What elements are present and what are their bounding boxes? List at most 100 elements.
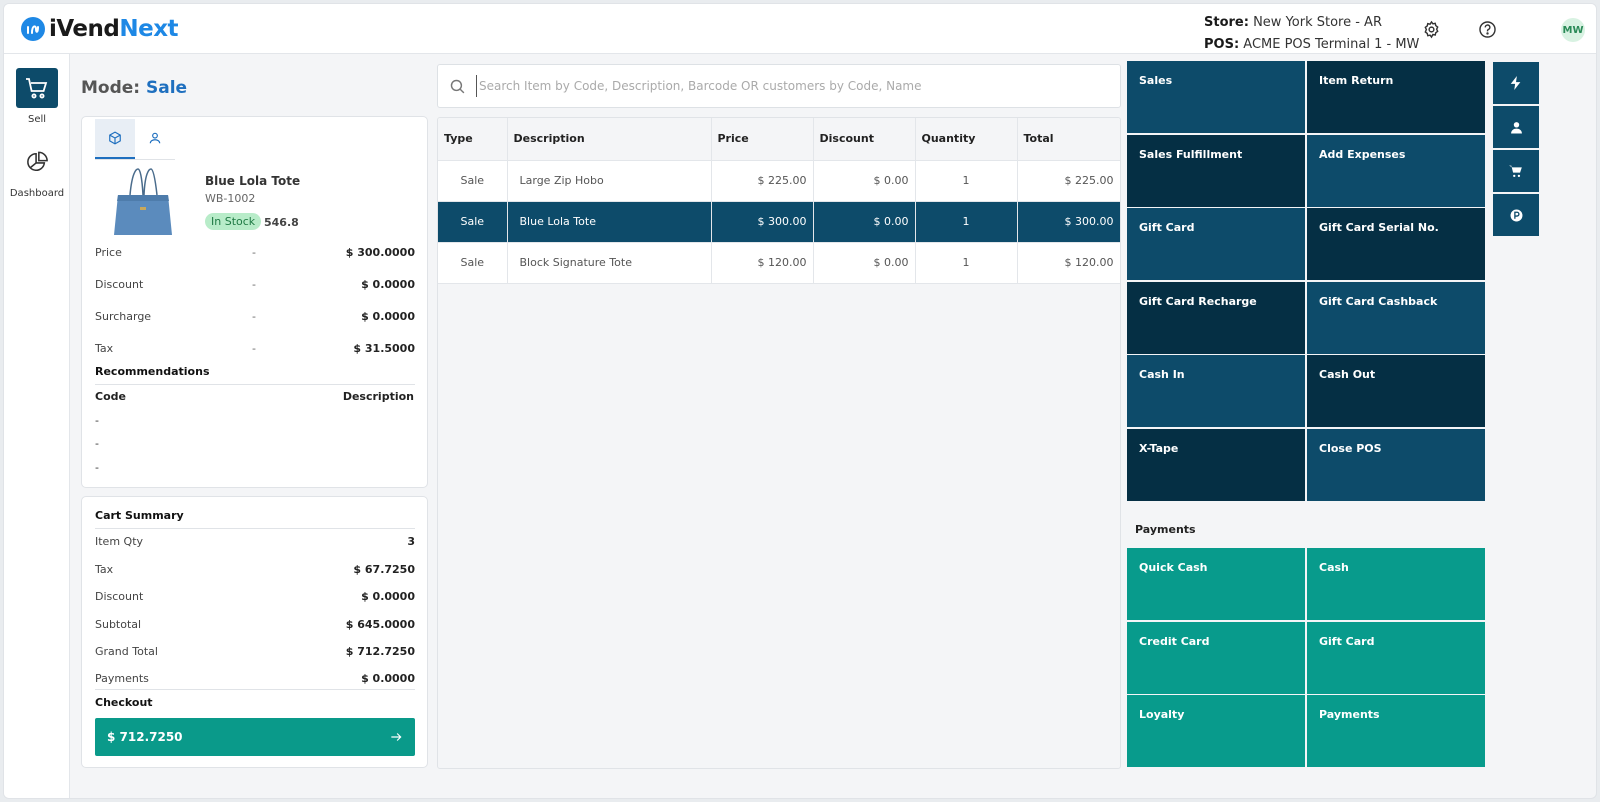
cell-quantity: 1 xyxy=(915,160,1018,202)
row-dash: - xyxy=(252,310,256,323)
product-detail-card: Blue Lola Tote WB-1002 In Stock 546.8 Pr… xyxy=(81,116,428,488)
store-info: Store: New York Store - AR POS: ACME POS… xyxy=(1204,12,1419,56)
left-nav: Sell Dashboard xyxy=(4,54,70,798)
checkout-button[interactable]: $ 712.7250 xyxy=(95,718,415,756)
col-header-price[interactable]: Price xyxy=(711,118,814,161)
nav-label-sell: Sell xyxy=(27,114,47,125)
logo-text-ivend: iVend xyxy=(49,16,120,42)
action-sales-fulfillment[interactable]: Sales Fulfillment xyxy=(1127,135,1305,207)
loyalty-button[interactable] xyxy=(1493,194,1539,236)
row-value: 3 xyxy=(407,535,415,548)
tile-label: Credit Card xyxy=(1139,635,1210,648)
tile-label: Payments xyxy=(1319,708,1380,721)
action-cash-in[interactable]: Cash In xyxy=(1127,355,1305,427)
action-add-expenses[interactable]: Add Expenses xyxy=(1307,135,1485,207)
product-tabs xyxy=(95,119,175,159)
payment-credit-card[interactable]: Credit Card xyxy=(1127,622,1305,694)
table-row[interactable]: Sale Large Zip Hobo $ 225.00 $ 0.00 1 $ … xyxy=(438,160,1120,202)
tile-label: Gift Card Serial No. xyxy=(1319,221,1439,234)
action-item-return[interactable]: Item Return xyxy=(1307,61,1485,133)
quick-action-button[interactable] xyxy=(1493,62,1539,104)
action-sales[interactable]: Sales xyxy=(1127,61,1305,133)
nav-label-dashboard: Dashboard xyxy=(9,188,65,199)
tile-label: Sales xyxy=(1139,74,1173,87)
action-cash-out[interactable]: Cash Out xyxy=(1307,355,1485,427)
row-dash: - xyxy=(252,246,256,259)
logo-mark-icon xyxy=(21,17,45,41)
payment-loyalty[interactable]: Loyalty xyxy=(1127,695,1305,767)
cell-price: $ 300.00 xyxy=(711,201,814,243)
user-avatar[interactable]: MW xyxy=(1561,18,1585,42)
cart-summary-title: Cart Summary xyxy=(95,509,184,522)
product-code: WB-1002 xyxy=(205,192,256,205)
row-label: Discount xyxy=(95,278,144,291)
action-x-tape[interactable]: X-Tape xyxy=(1127,429,1305,501)
tile-label: Gift Card xyxy=(1139,221,1195,234)
arrow-right-icon xyxy=(391,733,402,741)
pos-value: ACME POS Terminal 1 - MW xyxy=(1243,37,1420,52)
payment-gift-card[interactable]: Gift Card xyxy=(1307,622,1485,694)
recommendations-title: Recommendations xyxy=(95,365,210,378)
cell-type: Sale xyxy=(438,201,508,243)
action-gift-card-cashback[interactable]: Gift Card Cashback xyxy=(1307,282,1485,354)
col-header-total[interactable]: Total xyxy=(1017,118,1120,161)
recommendations-divider xyxy=(95,384,415,385)
customer-button[interactable] xyxy=(1493,106,1539,148)
action-gift-card-serial[interactable]: Gift Card Serial No. xyxy=(1307,208,1485,280)
cart-row-discount: Discount $ 0.0000 xyxy=(95,590,415,603)
row-label: Subtotal xyxy=(95,618,142,631)
nav-item-dashboard[interactable]: Dashboard xyxy=(4,142,70,199)
product-name: Blue Lola Tote xyxy=(205,174,301,188)
rec-row: - xyxy=(95,437,99,450)
col-header-discount[interactable]: Discount xyxy=(813,118,916,161)
pos-app: iVend Next Store: New York Store - AR PO… xyxy=(3,3,1597,799)
cart-row-item-qty: Item Qty 3 xyxy=(95,535,415,548)
row-label: Tax xyxy=(95,342,114,355)
tab-product[interactable] xyxy=(95,119,135,159)
row-label: Tax xyxy=(95,563,114,576)
ivendnext-logo[interactable]: iVend Next xyxy=(21,16,179,42)
nav-item-sell[interactable]: Sell xyxy=(4,68,70,125)
action-close-pos[interactable]: Close POS xyxy=(1307,429,1485,501)
row-dash: - xyxy=(252,342,256,355)
tile-label: Cash In xyxy=(1139,368,1185,381)
tile-label: Gift Card Recharge xyxy=(1139,295,1257,308)
product-discount-row: Discount - $ 0.0000 xyxy=(95,278,415,298)
action-gift-card-recharge[interactable]: Gift Card Recharge xyxy=(1127,282,1305,354)
row-value: $ 31.5000 xyxy=(353,342,415,355)
cell-discount: $ 0.00 xyxy=(813,160,916,202)
cell-price: $ 225.00 xyxy=(711,160,814,202)
tab-customer[interactable] xyxy=(135,119,175,159)
gear-icon[interactable] xyxy=(1420,18,1442,40)
search-icon xyxy=(450,79,465,94)
cell-description: Blue Lola Tote xyxy=(507,201,712,243)
cart-button[interactable] xyxy=(1493,150,1539,192)
store-value: New York Store - AR xyxy=(1253,15,1382,30)
table-row-selected[interactable]: Sale Blue Lola Tote $ 300.00 $ 0.00 1 $ … xyxy=(438,201,1120,243)
action-gift-card[interactable]: Gift Card xyxy=(1127,208,1305,280)
payments-title: Payments xyxy=(1135,523,1196,536)
tile-label: Quick Cash xyxy=(1139,561,1208,574)
checkout-amount: $ 712.7250 xyxy=(107,730,183,744)
loyalty-p-icon xyxy=(1510,209,1522,221)
cell-type: Sale xyxy=(438,242,508,284)
user-icon xyxy=(1510,121,1522,133)
col-header-type[interactable]: Type xyxy=(438,118,508,161)
payment-cash[interactable]: Cash xyxy=(1307,548,1485,620)
cart-row-payments: Payments $ 0.0000 xyxy=(95,672,415,685)
tile-label: Cash Out xyxy=(1319,368,1376,381)
payment-payments[interactable]: Payments xyxy=(1307,695,1485,767)
payment-quick-cash[interactable]: Quick Cash xyxy=(1127,548,1305,620)
col-header-description[interactable]: Description xyxy=(507,118,712,161)
help-icon[interactable] xyxy=(1476,18,1498,40)
user-icon xyxy=(149,132,161,144)
col-header-quantity[interactable]: Quantity xyxy=(915,118,1018,161)
row-label: Item Qty xyxy=(95,535,144,548)
table-row[interactable]: Sale Block Signature Tote $ 120.00 $ 0.0… xyxy=(438,242,1120,284)
search-bar xyxy=(437,64,1121,108)
mode-indicator: Mode: Sale xyxy=(81,78,187,98)
cell-description: Block Signature Tote xyxy=(507,242,712,284)
cart-icon xyxy=(1509,165,1522,177)
search-input[interactable] xyxy=(476,75,1106,97)
cart-summary-card: Cart Summary Item Qty 3 Tax $ 67.7250 Disc… xyxy=(81,496,428,768)
